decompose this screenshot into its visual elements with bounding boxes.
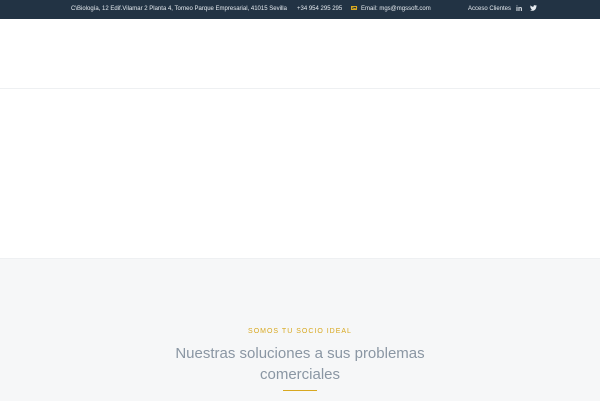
- site-header: [0, 19, 600, 89]
- envelope-icon: [351, 6, 357, 11]
- address-text: C\Biología, 12 Edif.Vilamar 2 Planta 4, …: [71, 6, 287, 12]
- email-link[interactable]: Email: mgs@mgssoft.com: [351, 0, 431, 19]
- twitter-bird-svg: [530, 5, 537, 11]
- section-heading: Nuestras soluciones a sus problemas come…: [175, 345, 425, 383]
- client-access-link[interactable]: Acceso Clientes: [468, 0, 511, 19]
- top-bar: C\Biología, 12 Edif.Vilamar 2 Planta 4, …: [0, 0, 600, 19]
- linkedin-icon[interactable]: in: [516, 0, 522, 19]
- email-text: Email: mgs@mgssoft.com: [361, 6, 431, 12]
- twitter-icon[interactable]: [530, 0, 537, 19]
- heading-underline: [283, 390, 317, 391]
- phone-text[interactable]: +34 954 295 295: [297, 0, 342, 19]
- hero-area: [0, 89, 600, 258]
- solutions-section: SOMOS TU SOCIO IDEAL Nuestras soluciones…: [0, 258, 600, 401]
- section-eyebrow: SOMOS TU SOCIO IDEAL: [248, 328, 352, 335]
